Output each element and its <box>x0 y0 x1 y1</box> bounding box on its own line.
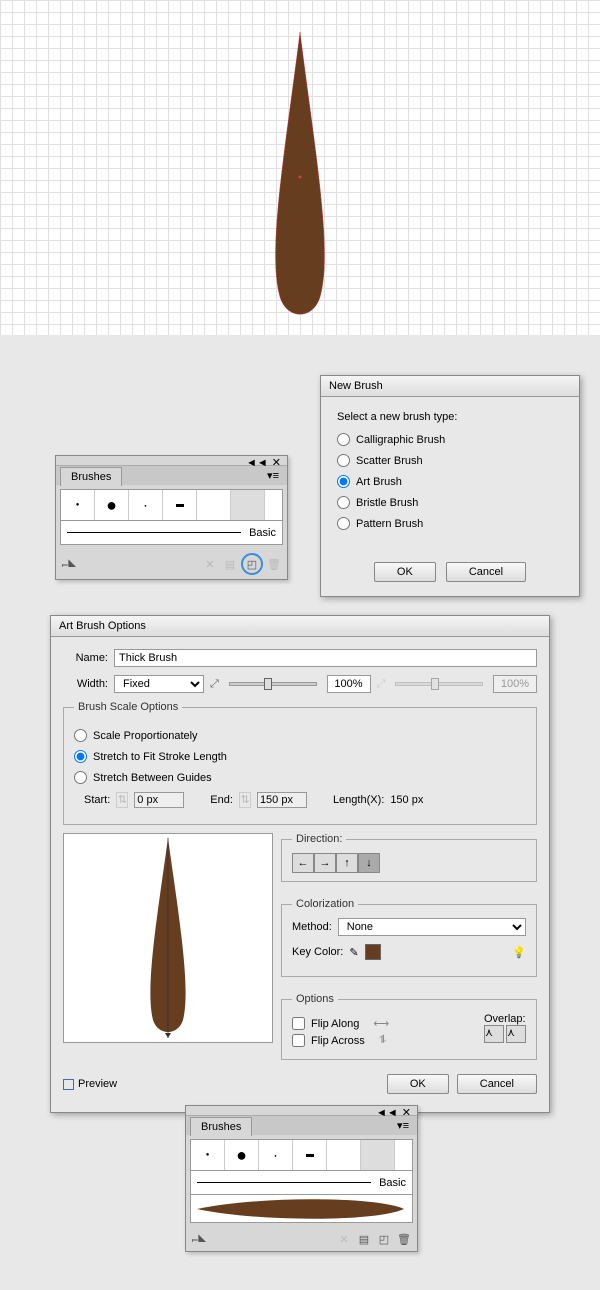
trash-icon[interactable]: 🗑 <box>265 556 283 572</box>
flip-across[interactable]: Flip Across⥮ <box>292 1034 484 1047</box>
dir-up[interactable]: ↑ <box>336 853 358 873</box>
name-label: Name: <box>63 652 108 664</box>
new-brush-icon[interactable]: ◰ <box>241 553 263 575</box>
radio-stretch-guides[interactable]: Stretch Between Guides <box>74 771 526 784</box>
dir-down[interactable]: ↓ <box>358 853 380 873</box>
flip-icon: ⤢ <box>210 678 219 691</box>
close-icon[interactable]: ✕ <box>272 457 281 469</box>
ok-button[interactable]: OK <box>374 562 436 582</box>
canvas-grid[interactable] <box>0 0 600 335</box>
eyedropper-icon[interactable]: ✎ <box>349 946 358 959</box>
end-input <box>257 792 307 808</box>
width-select[interactable]: Fixed <box>114 675 204 693</box>
prompt-text: Select a new brush type: <box>337 411 563 423</box>
scale-options: Brush Scale Options Scale Proportionatel… <box>63 701 537 825</box>
start-input <box>134 792 184 808</box>
radio-scatter[interactable]: Scatter Brush <box>337 454 563 467</box>
library-icon[interactable]: ⫭◣ <box>190 1231 208 1247</box>
new-brush-icon[interactable]: ◰ <box>375 1231 393 1247</box>
brush-preview <box>63 833 273 1043</box>
flip-along[interactable]: Flip Along⟷ <box>292 1017 484 1030</box>
options-icon[interactable]: ▤ <box>221 556 239 572</box>
method-select[interactable]: None <box>338 918 526 936</box>
pct-2 <box>493 675 537 693</box>
radio-calligraphic[interactable]: Calligraphic Brush <box>337 433 563 446</box>
basic-brush-row[interactable]: Basic <box>190 1171 413 1195</box>
radio-stretch-fit[interactable]: Stretch to Fit Stroke Length <box>74 750 526 763</box>
name-input[interactable] <box>114 649 537 667</box>
brushes-tab[interactable]: Brushes <box>190 1117 252 1136</box>
width-slider-1[interactable] <box>229 682 317 686</box>
art-brush-dialog: Art Brush Options Name: Width: Fixed ⤢ ⤢… <box>50 615 550 1113</box>
dialog-title: Art Brush Options <box>51 616 549 637</box>
colorization-group: Colorization Method: None Key Color: ✎ 💡 <box>281 898 537 977</box>
options-group: Options Flip Along⟷ Flip Across⥮ Overlap… <box>281 993 537 1060</box>
collapse-icon[interactable]: ◄◄ <box>246 457 268 469</box>
new-brush-dialog: New Brush Select a new brush type: Calli… <box>320 375 580 597</box>
key-color-swatch[interactable] <box>365 944 381 960</box>
options-icon[interactable]: ▤ <box>355 1231 373 1247</box>
panel-controls: ◄◄ ✕ <box>56 456 287 466</box>
width-slider-2 <box>395 682 483 686</box>
cancel-button[interactable]: Cancel <box>457 1074 537 1094</box>
radio-art[interactable]: Art Brush <box>337 475 563 488</box>
radio-bristle[interactable]: Bristle Brush <box>337 496 563 509</box>
remove-stroke-icon[interactable]: ✕ <box>335 1231 353 1247</box>
cancel-button[interactable]: Cancel <box>446 562 526 582</box>
brushes-panel-result: ◄◄✕ Brushes▾≡ ● ● ● Basic ⫭◣ ✕ ▤ ◰ 🗑 <box>185 1105 418 1252</box>
dialog-title: New Brush <box>321 376 579 397</box>
overlap-1[interactable]: ⋏ <box>484 1025 504 1043</box>
tip-icon[interactable]: 💡 <box>512 946 526 959</box>
library-icon[interactable]: ⫭◣ <box>60 556 78 572</box>
preview-checkbox[interactable]: Preview <box>63 1078 117 1090</box>
close-icon[interactable]: ✕ <box>402 1107 411 1119</box>
panel-controls: ◄◄ ✕ <box>186 1106 417 1116</box>
dir-left[interactable]: ← <box>292 853 314 873</box>
trash-icon[interactable]: 🗑 <box>395 1231 413 1247</box>
thick-brush-row[interactable] <box>190 1195 413 1223</box>
leaf-shape[interactable] <box>265 32 335 322</box>
flip-icon: ⤢ <box>377 678 386 691</box>
radio-pattern[interactable]: Pattern Brush <box>337 517 563 530</box>
dir-right[interactable]: → <box>314 853 336 873</box>
radio-proportional[interactable]: Scale Proportionately <box>74 729 526 742</box>
direction-group: Direction: ← → ↑ ↓ <box>281 833 537 882</box>
pct-1[interactable] <box>327 675 371 693</box>
ok-button[interactable]: OK <box>387 1074 449 1094</box>
basic-brush-row[interactable]: Basic <box>60 521 283 545</box>
brush-swatches[interactable]: ● ● ● <box>60 489 283 521</box>
width-label: Width: <box>63 678 108 690</box>
brush-swatches[interactable]: ● ● ● <box>190 1139 413 1171</box>
brushes-panel: ◄◄✕ Brushes▾≡ ● ● ● Basic ⫭◣ ✕ ▤ ◰ 🗑 <box>55 455 288 580</box>
brushes-tab[interactable]: Brushes <box>60 467 122 486</box>
collapse-icon[interactable]: ◄◄ <box>376 1107 398 1119</box>
overlap-2[interactable]: ⋏ <box>506 1025 526 1043</box>
remove-stroke-icon[interactable]: ✕ <box>201 556 219 572</box>
